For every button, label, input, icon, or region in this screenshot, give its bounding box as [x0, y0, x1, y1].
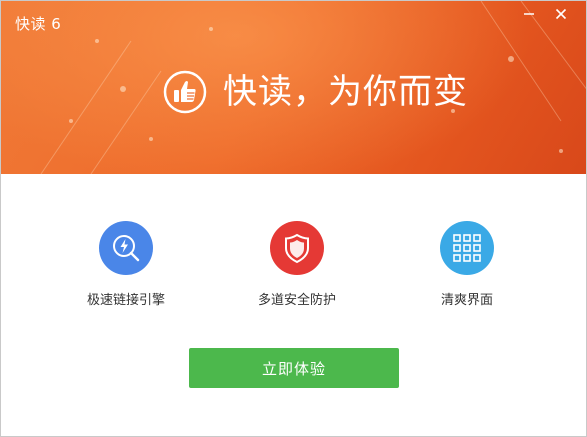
feature-security: 多道安全防护 [237, 221, 357, 308]
shield-icon [285, 233, 309, 264]
grid-icon [453, 234, 481, 262]
try-now-button[interactable]: 立即体验 [189, 348, 399, 388]
feature-fast-engine: 极速链接引擎 [66, 221, 186, 308]
hero-slogan-group: 快读，为你而变 [163, 67, 468, 117]
hero-banner: 快读 6 快读，为你而变 [1, 1, 586, 174]
minimize-button[interactable] [519, 5, 539, 23]
feature-label: 清爽界面 [440, 293, 493, 308]
feature-label: 极速链接引擎 [86, 293, 165, 308]
feature-label: 多道安全防护 [257, 293, 336, 308]
slogan-text: 快读，为你而变 [223, 72, 468, 112]
feature-clean-ui: 清爽界面 [407, 221, 527, 308]
minimize-icon [524, 13, 534, 15]
feature-icon-circle [440, 221, 494, 275]
feature-icon-circle [270, 221, 324, 275]
lightning-search-icon [113, 235, 140, 262]
thumbs-up-icon [163, 70, 207, 114]
feature-icon-circle [99, 221, 153, 275]
window-title: 快读 6 [15, 15, 62, 33]
installer-window: 快读 6 快读，为你而变 极速链接引擎 多道安全防护 清爽界面 立即体验 [0, 0, 587, 437]
close-button[interactable] [551, 5, 571, 23]
close-icon [555, 8, 567, 20]
